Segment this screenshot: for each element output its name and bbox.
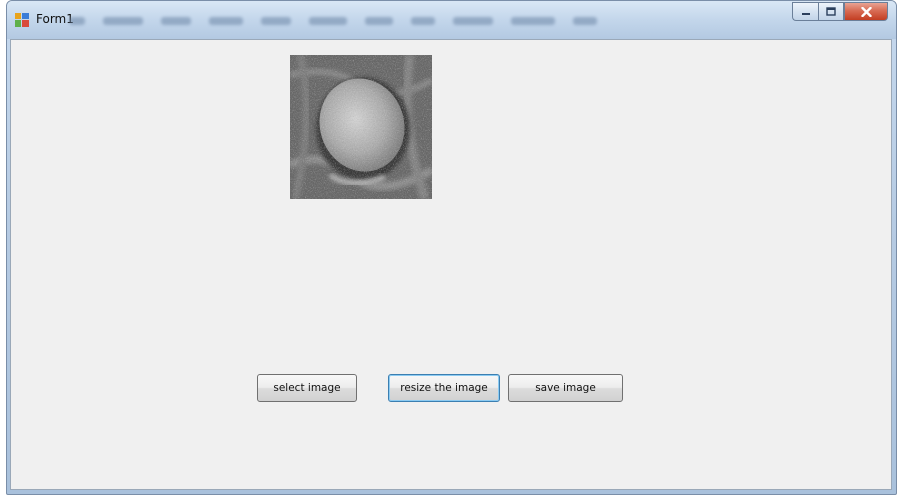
- maximize-button[interactable]: [818, 2, 844, 21]
- picture-box: [290, 55, 432, 199]
- maximize-icon: [826, 7, 836, 16]
- select-image-button[interactable]: select image: [257, 374, 357, 402]
- scan-image: [290, 55, 432, 199]
- blurred-menu-background: [69, 14, 696, 28]
- minimize-button[interactable]: [792, 2, 818, 21]
- title-bar[interactable]: Form1: [7, 1, 896, 39]
- form-icon: [15, 13, 29, 27]
- resize-image-button[interactable]: resize the image: [388, 374, 500, 402]
- close-button[interactable]: [844, 2, 888, 21]
- minimize-icon: [801, 12, 810, 15]
- close-icon: [860, 6, 872, 17]
- app-window: Form1 select image resize the image save…: [6, 0, 897, 495]
- window-controls: [792, 2, 888, 21]
- save-image-button[interactable]: save image: [508, 374, 623, 402]
- form-client-area: select image resize the image save image: [10, 39, 892, 490]
